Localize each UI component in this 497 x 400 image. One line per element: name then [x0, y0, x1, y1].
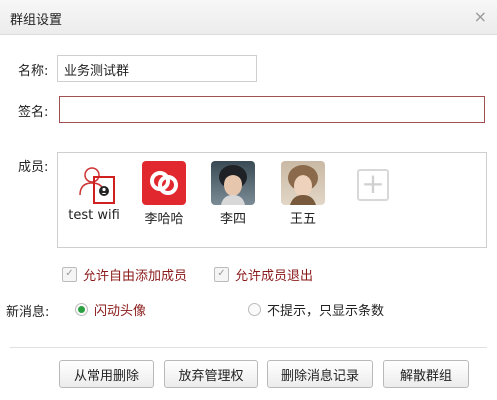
add-member-button[interactable]: + — [357, 169, 389, 201]
give-up-admin-button[interactable]: 放弃管理权 — [164, 360, 258, 388]
members-label: 成员: — [18, 160, 49, 175]
name-label: 名称: — [18, 64, 49, 79]
member-name: test wifi — [68, 208, 120, 223]
allow-quit-label: 允许成员退出 — [235, 269, 314, 284]
group-settings-dialog: 群组设置 × 名称: 业务测试群 签名: 成员: test wifi 李哈哈 李… — [0, 0, 497, 400]
dissolve-group-button[interactable]: 解散群组 — [383, 360, 469, 388]
checkmark-icon: ✓ — [62, 267, 77, 282]
allow-add-checkbox[interactable]: ✓ 允许自由添加成员 — [62, 265, 187, 284]
person-outline-icon — [72, 161, 116, 205]
delete-history-button[interactable]: 删除消息记录 — [267, 360, 373, 388]
member-name: 王五 — [289, 212, 316, 227]
divider — [10, 347, 487, 348]
members-panel: test wifi 李哈哈 李四 王五 + — [57, 152, 487, 248]
title-bar: 群组设置 × — [0, 0, 497, 35]
member-item[interactable]: 李哈哈 — [134, 161, 194, 227]
new-message-label: 新消息: — [6, 305, 50, 320]
show-count-label: 不提示，只显示条数 — [267, 304, 385, 319]
radio-selected-icon — [75, 303, 88, 316]
member-item[interactable]: 李四 — [203, 161, 263, 227]
window-title: 群组设置 — [10, 13, 63, 28]
checkmark-icon: ✓ — [214, 267, 229, 282]
show-count-radio[interactable]: 不提示，只显示条数 — [248, 300, 384, 319]
allow-quit-checkbox[interactable]: ✓ 允许成员退出 — [214, 265, 313, 284]
flash-avatar-label: 闪动头像 — [94, 304, 147, 319]
group-name-field[interactable]: 业务测试群 — [57, 55, 257, 82]
allow-add-label: 允许自由添加成员 — [83, 269, 188, 284]
group-signature-field[interactable] — [59, 96, 485, 123]
member-item[interactable]: 王五 — [273, 161, 333, 227]
member-item[interactable]: test wifi — [64, 161, 124, 223]
sign-label: 签名: — [18, 105, 49, 120]
member-name: 李哈哈 — [144, 212, 184, 227]
avatar-photo — [211, 161, 255, 205]
avatar-photo — [281, 161, 325, 205]
radio-unselected-icon — [248, 303, 261, 316]
flash-avatar-radio[interactable]: 闪动头像 — [75, 300, 146, 319]
app-logo-icon — [142, 161, 186, 205]
member-name: 李四 — [219, 212, 246, 227]
remove-common-button[interactable]: 从常用删除 — [59, 360, 154, 388]
close-icon[interactable]: × — [474, 7, 487, 26]
